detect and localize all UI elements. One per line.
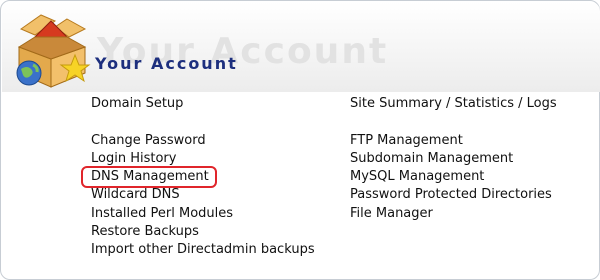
your-account-panel: Your Account Your Account Domain Setup C… [0, 0, 600, 280]
login-history-link[interactable]: Login History [91, 150, 315, 168]
right-menu-column: Site Summary / Statistics / Logs FTP Man… [350, 95, 557, 223]
wildcard-dns-link[interactable]: Wildcard DNS [91, 186, 315, 204]
domain-setup-link[interactable]: Domain Setup [91, 95, 315, 113]
installed-perl-modules-link[interactable]: Installed Perl Modules [91, 205, 315, 223]
dns-management-link[interactable]: DNS Management [91, 168, 315, 186]
mysql-management-link[interactable]: MySQL Management [350, 168, 557, 186]
import-directadmin-backups-link[interactable]: Import other Directadmin backups [91, 241, 315, 259]
page-title: Your Account [95, 54, 238, 73]
password-protected-directories-link[interactable]: Password Protected Directories [350, 186, 557, 204]
ftp-management-link[interactable]: FTP Management [350, 132, 557, 150]
change-password-link[interactable]: Change Password [91, 132, 315, 150]
subdomain-management-link[interactable]: Subdomain Management [350, 150, 557, 168]
account-box-house-globe-star-icon [16, 14, 91, 88]
site-summary-link[interactable]: Site Summary / Statistics / Logs [350, 95, 557, 113]
left-menu-column: Domain Setup Change Password Login Histo… [91, 95, 315, 260]
menu-spacer [91, 113, 315, 131]
file-manager-link[interactable]: File Manager [350, 205, 557, 223]
restore-backups-link[interactable]: Restore Backups [91, 223, 315, 241]
menu-spacer [350, 113, 557, 131]
